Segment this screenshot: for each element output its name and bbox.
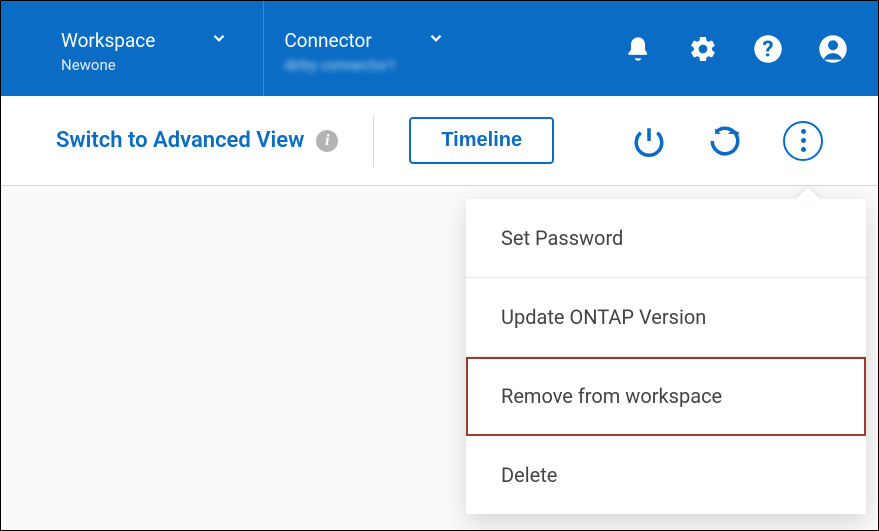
- power-icon[interactable]: [631, 123, 667, 159]
- chevron-down-icon: [427, 29, 445, 51]
- help-icon[interactable]: ?: [753, 34, 783, 64]
- dot-icon: [801, 147, 806, 152]
- dot-icon: [801, 138, 806, 143]
- connector-label: Connector: [284, 29, 372, 52]
- app-header: Workspace Newone Connector dirby connect…: [1, 1, 878, 96]
- gear-icon[interactable]: [688, 34, 718, 64]
- toolbar-icons: [631, 121, 823, 161]
- chevron-down-icon: [210, 29, 228, 51]
- switch-label: Switch to Advanced View: [56, 128, 304, 153]
- workspace-dropdown[interactable]: Workspace Newone: [41, 1, 228, 96]
- refresh-icon[interactable]: [707, 123, 743, 159]
- more-menu: Set Password Update ONTAP Version Remove…: [466, 199, 866, 514]
- timeline-button[interactable]: Timeline: [409, 117, 554, 164]
- user-icon[interactable]: [818, 34, 848, 64]
- connector-value: dirby connector1: [284, 56, 445, 74]
- menu-item-update-ontap[interactable]: Update ONTAP Version: [466, 278, 866, 357]
- menu-item-remove-workspace[interactable]: Remove from workspace: [466, 357, 866, 436]
- toolbar-divider: [373, 115, 374, 167]
- dot-icon: [801, 129, 806, 134]
- toolbar: Switch to Advanced View i Timeline: [1, 96, 878, 186]
- switch-advanced-view-link[interactable]: Switch to Advanced View i: [56, 128, 338, 153]
- connector-dropdown[interactable]: Connector dirby connector1: [263, 1, 445, 96]
- menu-item-delete[interactable]: Delete: [466, 436, 866, 514]
- header-dropdowns: Workspace Newone Connector dirby connect…: [41, 1, 445, 96]
- menu-item-set-password[interactable]: Set Password: [466, 199, 866, 278]
- bell-icon[interactable]: [623, 34, 653, 64]
- info-icon[interactable]: i: [316, 130, 338, 152]
- workspace-value: Newone: [61, 56, 228, 74]
- workspace-label: Workspace: [61, 29, 155, 52]
- header-icons: ?: [623, 1, 848, 96]
- svg-text:?: ?: [762, 36, 773, 62]
- menu-pointer: [794, 187, 822, 201]
- more-button[interactable]: [783, 121, 823, 161]
